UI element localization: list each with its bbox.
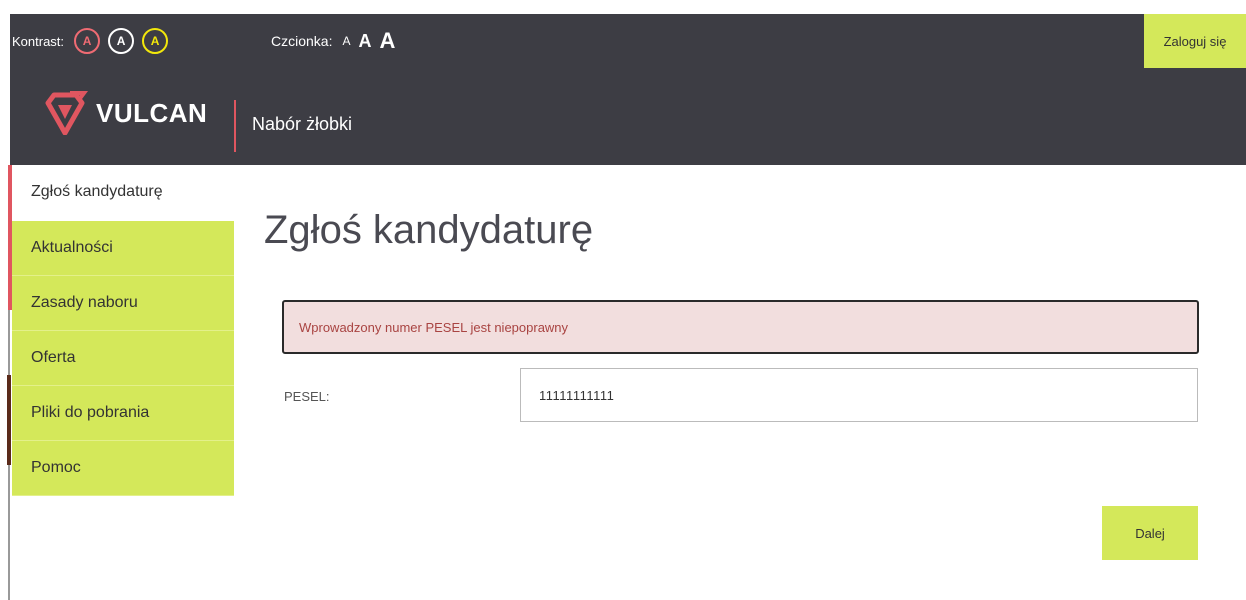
sidebar-nav: Zgłoś kandydaturę Aktualności Zasady nab… <box>12 165 234 496</box>
sidebar-item-zasady-naboru[interactable]: Zasady naboru <box>12 276 234 331</box>
sidebar-item-oferta[interactable]: Oferta <box>12 331 234 386</box>
contrast-controls: Kontrast: A A A <box>12 14 176 68</box>
error-alert-text: Wprowadzony numer PESEL jest niepoprawny <box>299 319 569 335</box>
page-title: Zgłoś kandydaturę <box>264 208 594 252</box>
error-alert: Wprowadzony numer PESEL jest niepoprawny <box>282 300 1199 354</box>
accessibility-bar: Kontrast: A A A Czcionka: A A A Zaloguj … <box>10 14 1246 68</box>
login-button[interactable]: Zaloguj się <box>1144 14 1246 68</box>
sidebar-item-aktualnosci[interactable]: Aktualności <box>12 221 234 276</box>
font-size-controls: Czcionka: A A A <box>271 14 403 68</box>
next-button[interactable]: Dalej <box>1102 506 1198 560</box>
site-header: VULCAN Nabór żłobki <box>10 68 1246 165</box>
font-small-button[interactable]: A <box>342 35 350 47</box>
pesel-label: PESEL: <box>284 389 330 404</box>
font-medium-button[interactable]: A <box>358 32 371 50</box>
font-size-label: Czcionka: <box>271 33 333 49</box>
vulcan-logo[interactable]: VULCAN <box>40 91 208 135</box>
sidebar-item-pomoc[interactable]: Pomoc <box>12 441 234 496</box>
font-large-button[interactable]: A <box>379 30 395 52</box>
header-divider <box>234 100 236 152</box>
sidebar-item-pliki-do-pobrania[interactable]: Pliki do pobrania <box>12 386 234 441</box>
left-edge-strip <box>7 375 11 465</box>
contrast-red-button[interactable]: A <box>74 28 101 54</box>
vulcan-shield-icon <box>45 91 88 135</box>
sidebar-item-zglos-kandydature[interactable]: Zgłoś kandydaturę <box>12 165 234 221</box>
app-name: Nabór żłobki <box>252 114 353 134</box>
logo-text: VULCAN <box>96 97 208 128</box>
pesel-input[interactable] <box>520 368 1198 422</box>
contrast-label: Kontrast: <box>12 33 65 49</box>
contrast-white-button[interactable]: A <box>108 28 135 54</box>
contrast-yellow-button[interactable]: A <box>142 28 169 54</box>
